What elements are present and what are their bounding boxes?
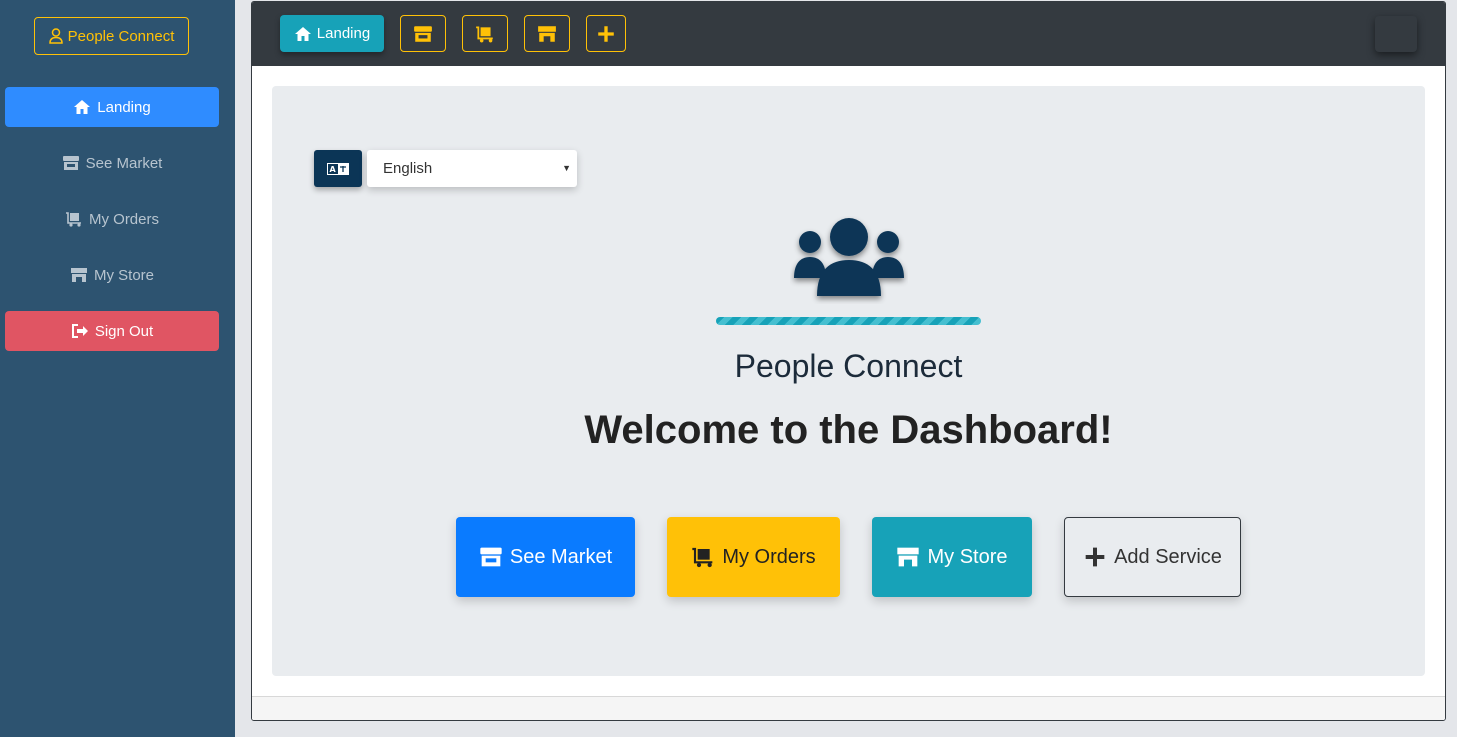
home-icon [74, 100, 91, 114]
users-icon [794, 218, 904, 296]
hero-progress-bar [716, 317, 981, 325]
navbar-toggler-button[interactable] [1375, 16, 1417, 52]
cart-icon [692, 547, 713, 568]
footer [252, 696, 1445, 720]
translate-icon: A [314, 150, 362, 187]
sidebar-item-landing[interactable]: Landing [5, 87, 219, 127]
sidebar-item-label: Sign Out [94, 322, 154, 340]
svg-text:A: A [330, 165, 337, 174]
top-navbar: Landing [252, 2, 1445, 66]
store-icon [62, 156, 79, 170]
chevron-down-icon: ▼ [562, 163, 571, 173]
sidebar-item-sign-out[interactable]: Sign Out [5, 311, 219, 351]
add-service-button[interactable]: Add Service [1064, 517, 1241, 597]
sidebar-item-label: My Orders [88, 210, 159, 228]
cart-icon [476, 25, 493, 42]
sign-out-icon [71, 324, 88, 338]
my-store-label: My Store [927, 545, 1008, 568]
cart-icon [65, 212, 81, 227]
topbar-store-button[interactable] [524, 15, 570, 52]
my-store-button[interactable]: My Store [872, 517, 1032, 597]
user-icon [48, 28, 63, 44]
topbar-orders-button[interactable] [462, 15, 508, 52]
store-icon [480, 547, 502, 567]
language-selected: English [383, 160, 433, 177]
shop-icon [70, 268, 87, 282]
sidebar-item-my-orders[interactable]: My Orders [5, 199, 219, 239]
my-orders-label: My Orders [722, 545, 816, 568]
sidebar-item-see-market[interactable]: See Market [5, 143, 219, 183]
sidebar-item-label: See Market [85, 154, 163, 172]
brand-label: People Connect [67, 27, 175, 45]
my-orders-button[interactable]: My Orders [667, 517, 840, 597]
dashboard-card: A English ▼ People Connect Welcome to th… [272, 86, 1425, 676]
topbar-landing-label: Landing [316, 25, 371, 42]
welcome-heading: Welcome to the Dashboard! [584, 408, 1113, 452]
topbar-landing-button[interactable]: Landing [280, 15, 384, 52]
plus-icon [598, 25, 614, 42]
shop-icon [538, 25, 556, 42]
topbar-add-button[interactable] [586, 15, 626, 52]
home-icon [294, 26, 311, 41]
sidebar: People Connect Landing See Market My Ord… [0, 0, 235, 737]
see-market-button[interactable]: See Market [456, 517, 635, 597]
see-market-label: See Market [509, 545, 613, 568]
sidebar-item-label: Landing [97, 98, 151, 116]
plus-icon [1085, 547, 1105, 567]
topbar-market-button[interactable] [400, 15, 446, 52]
main-panel: Landing A English ▼ People Connect Welco… [251, 1, 1446, 721]
store-icon [414, 25, 432, 42]
sidebar-item-my-store[interactable]: My Store [5, 255, 219, 295]
shop-icon [897, 547, 920, 567]
app-name: People Connect [734, 348, 963, 384]
language-select[interactable]: English ▼ [367, 150, 577, 187]
brand-button[interactable]: People Connect [34, 17, 189, 55]
add-service-label: Add Service [1114, 545, 1222, 568]
sidebar-item-label: My Store [93, 266, 154, 284]
